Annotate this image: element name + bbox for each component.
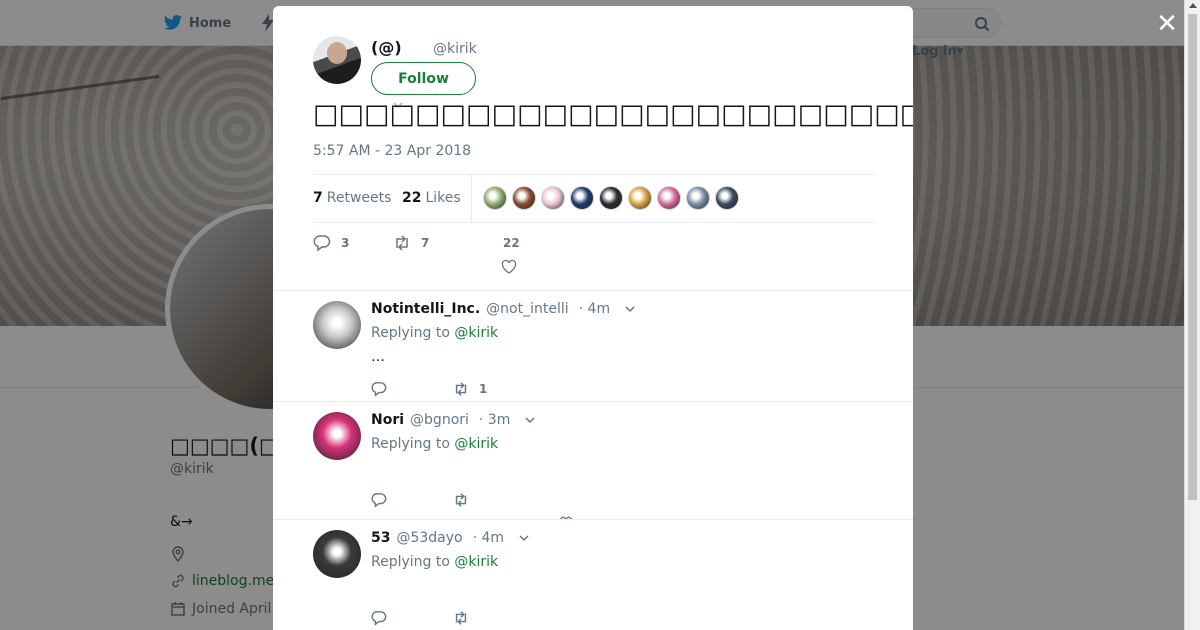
tweet-stats: 7 Retweets 22 Likes [313, 174, 874, 223]
retweet-icon [455, 611, 467, 625]
retweets-count: 7 [313, 190, 323, 206]
reply-header: 53 @53dayo · 4m [371, 530, 530, 546]
reply-author-handle[interactable]: @53dayo [396, 530, 462, 546]
replying-to: Replying to @kirik [371, 325, 498, 341]
reply-author-name[interactable]: Nori [371, 412, 404, 428]
replying-to: Replying to @kirik [371, 436, 498, 452]
reply-action[interactable] [371, 610, 387, 626]
stats-divider [471, 175, 472, 222]
replying-to-link[interactable]: @kirik [454, 554, 498, 570]
tweet-text: □□□□□□□□□□□□□□□□□□□□□□□□□□□□□□□□□□□□□□□□… [313, 99, 913, 130]
reply-header: Nori @bgnori · 3m [371, 412, 536, 428]
retweet-icon [455, 493, 467, 507]
reply-count: 3 [341, 236, 350, 250]
author-avatar[interactable] [313, 36, 361, 84]
replying-to-link[interactable]: @kirik [454, 436, 498, 452]
liker-avatar[interactable] [570, 186, 594, 210]
scroll-up-icon[interactable] [1189, 3, 1197, 8]
liker-avatar[interactable] [628, 186, 652, 210]
close-icon[interactable]: ✕ [1155, 11, 1179, 37]
reply-icon [371, 382, 387, 397]
heart-icon[interactable] [501, 259, 517, 275]
retweet-action[interactable] [453, 610, 479, 626]
retweet-action[interactable]: 1 [453, 381, 487, 397]
liker-avatar[interactable] [599, 186, 623, 210]
likes-stat[interactable]: 22 Likes [402, 190, 461, 206]
scrollbar-thumb[interactable] [1188, 14, 1197, 500]
replying-to: Replying to @kirik [371, 554, 498, 570]
reply-author-name[interactable]: Notintelli_Inc. [371, 301, 480, 317]
liker-avatar[interactable] [715, 186, 739, 210]
tweet-timestamp[interactable]: 5:57 AM - 23 Apr 2018 [313, 143, 471, 159]
twitter-page: Home Log in▾ □□□□(□□□□ @kirik &→ lineblo… [0, 0, 1200, 630]
reply-time[interactable]: · 3m [479, 412, 510, 428]
author-name[interactable]: (@) [371, 38, 402, 57]
retweet-action[interactable] [453, 492, 479, 508]
replying-prefix: Replying to [371, 436, 450, 452]
liker-avatar[interactable] [541, 186, 565, 210]
reply-avatar[interactable] [313, 412, 361, 460]
reply-retweet-count: 1 [479, 382, 488, 396]
reply-time[interactable]: · 4m [579, 301, 610, 317]
reply-icon [371, 611, 387, 626]
replying-prefix: Replying to [371, 554, 450, 570]
follow-button[interactable]: Follow [371, 62, 476, 95]
reply-icon [313, 235, 331, 252]
chevron-down-icon[interactable] [524, 414, 536, 426]
reply-action[interactable]: 3 [313, 234, 349, 252]
reply-text: … [371, 349, 385, 365]
reply-author-name[interactable]: 53 [371, 530, 390, 546]
liker-avatar[interactable] [657, 186, 681, 210]
retweets-stat[interactable]: 7 Retweets [313, 190, 391, 206]
retweet-icon [455, 382, 467, 396]
likes-count: 22 [402, 190, 422, 206]
liker-avatar[interactable] [483, 186, 507, 210]
retweet-count: 7 [421, 236, 430, 250]
reply-header: Notintelli_Inc. @not_intelli · 4m [371, 301, 636, 317]
chevron-down-icon[interactable] [518, 532, 530, 544]
reply-icon [371, 493, 387, 508]
replying-to-link[interactable]: @kirik [454, 325, 498, 341]
reply-author-handle[interactable]: @bgnori [410, 412, 469, 428]
reply-author-handle[interactable]: @not_intelli [486, 301, 568, 317]
scrollbar[interactable] [1184, 0, 1200, 630]
reply-tweet[interactable]: Notintelli_Inc. @not_intelli · 4m Replyi… [273, 290, 913, 418]
liker-avatar[interactable] [512, 186, 536, 210]
tweet-modal: (@) @kirik Follow □□□□□□□□□□□□□□□□□□□□□□… [273, 6, 913, 630]
author-handle[interactable]: @kirik [433, 41, 477, 57]
retweets-label: Retweets [326, 190, 392, 206]
like-count: 22 [503, 236, 520, 250]
reply-action[interactable] [371, 492, 387, 508]
liker-avatar[interactable] [686, 186, 710, 210]
reply-time[interactable]: · 4m [473, 530, 504, 546]
retweet-icon [396, 235, 408, 251]
reply-tweet[interactable]: 53 @53dayo · 4m Replying to @kirik [273, 519, 913, 630]
likers-avatars [483, 186, 739, 210]
reply-avatar[interactable] [313, 301, 361, 349]
reply-avatar[interactable] [313, 530, 361, 578]
retweet-action[interactable]: 7 [393, 234, 429, 252]
replying-prefix: Replying to [371, 325, 450, 341]
chevron-down-icon[interactable] [624, 303, 636, 315]
reply-action[interactable] [371, 381, 387, 397]
likes-label: Likes [425, 190, 461, 206]
reply-tweet[interactable]: Nori @bgnori · 3m Replying to @kirik [273, 401, 913, 529]
